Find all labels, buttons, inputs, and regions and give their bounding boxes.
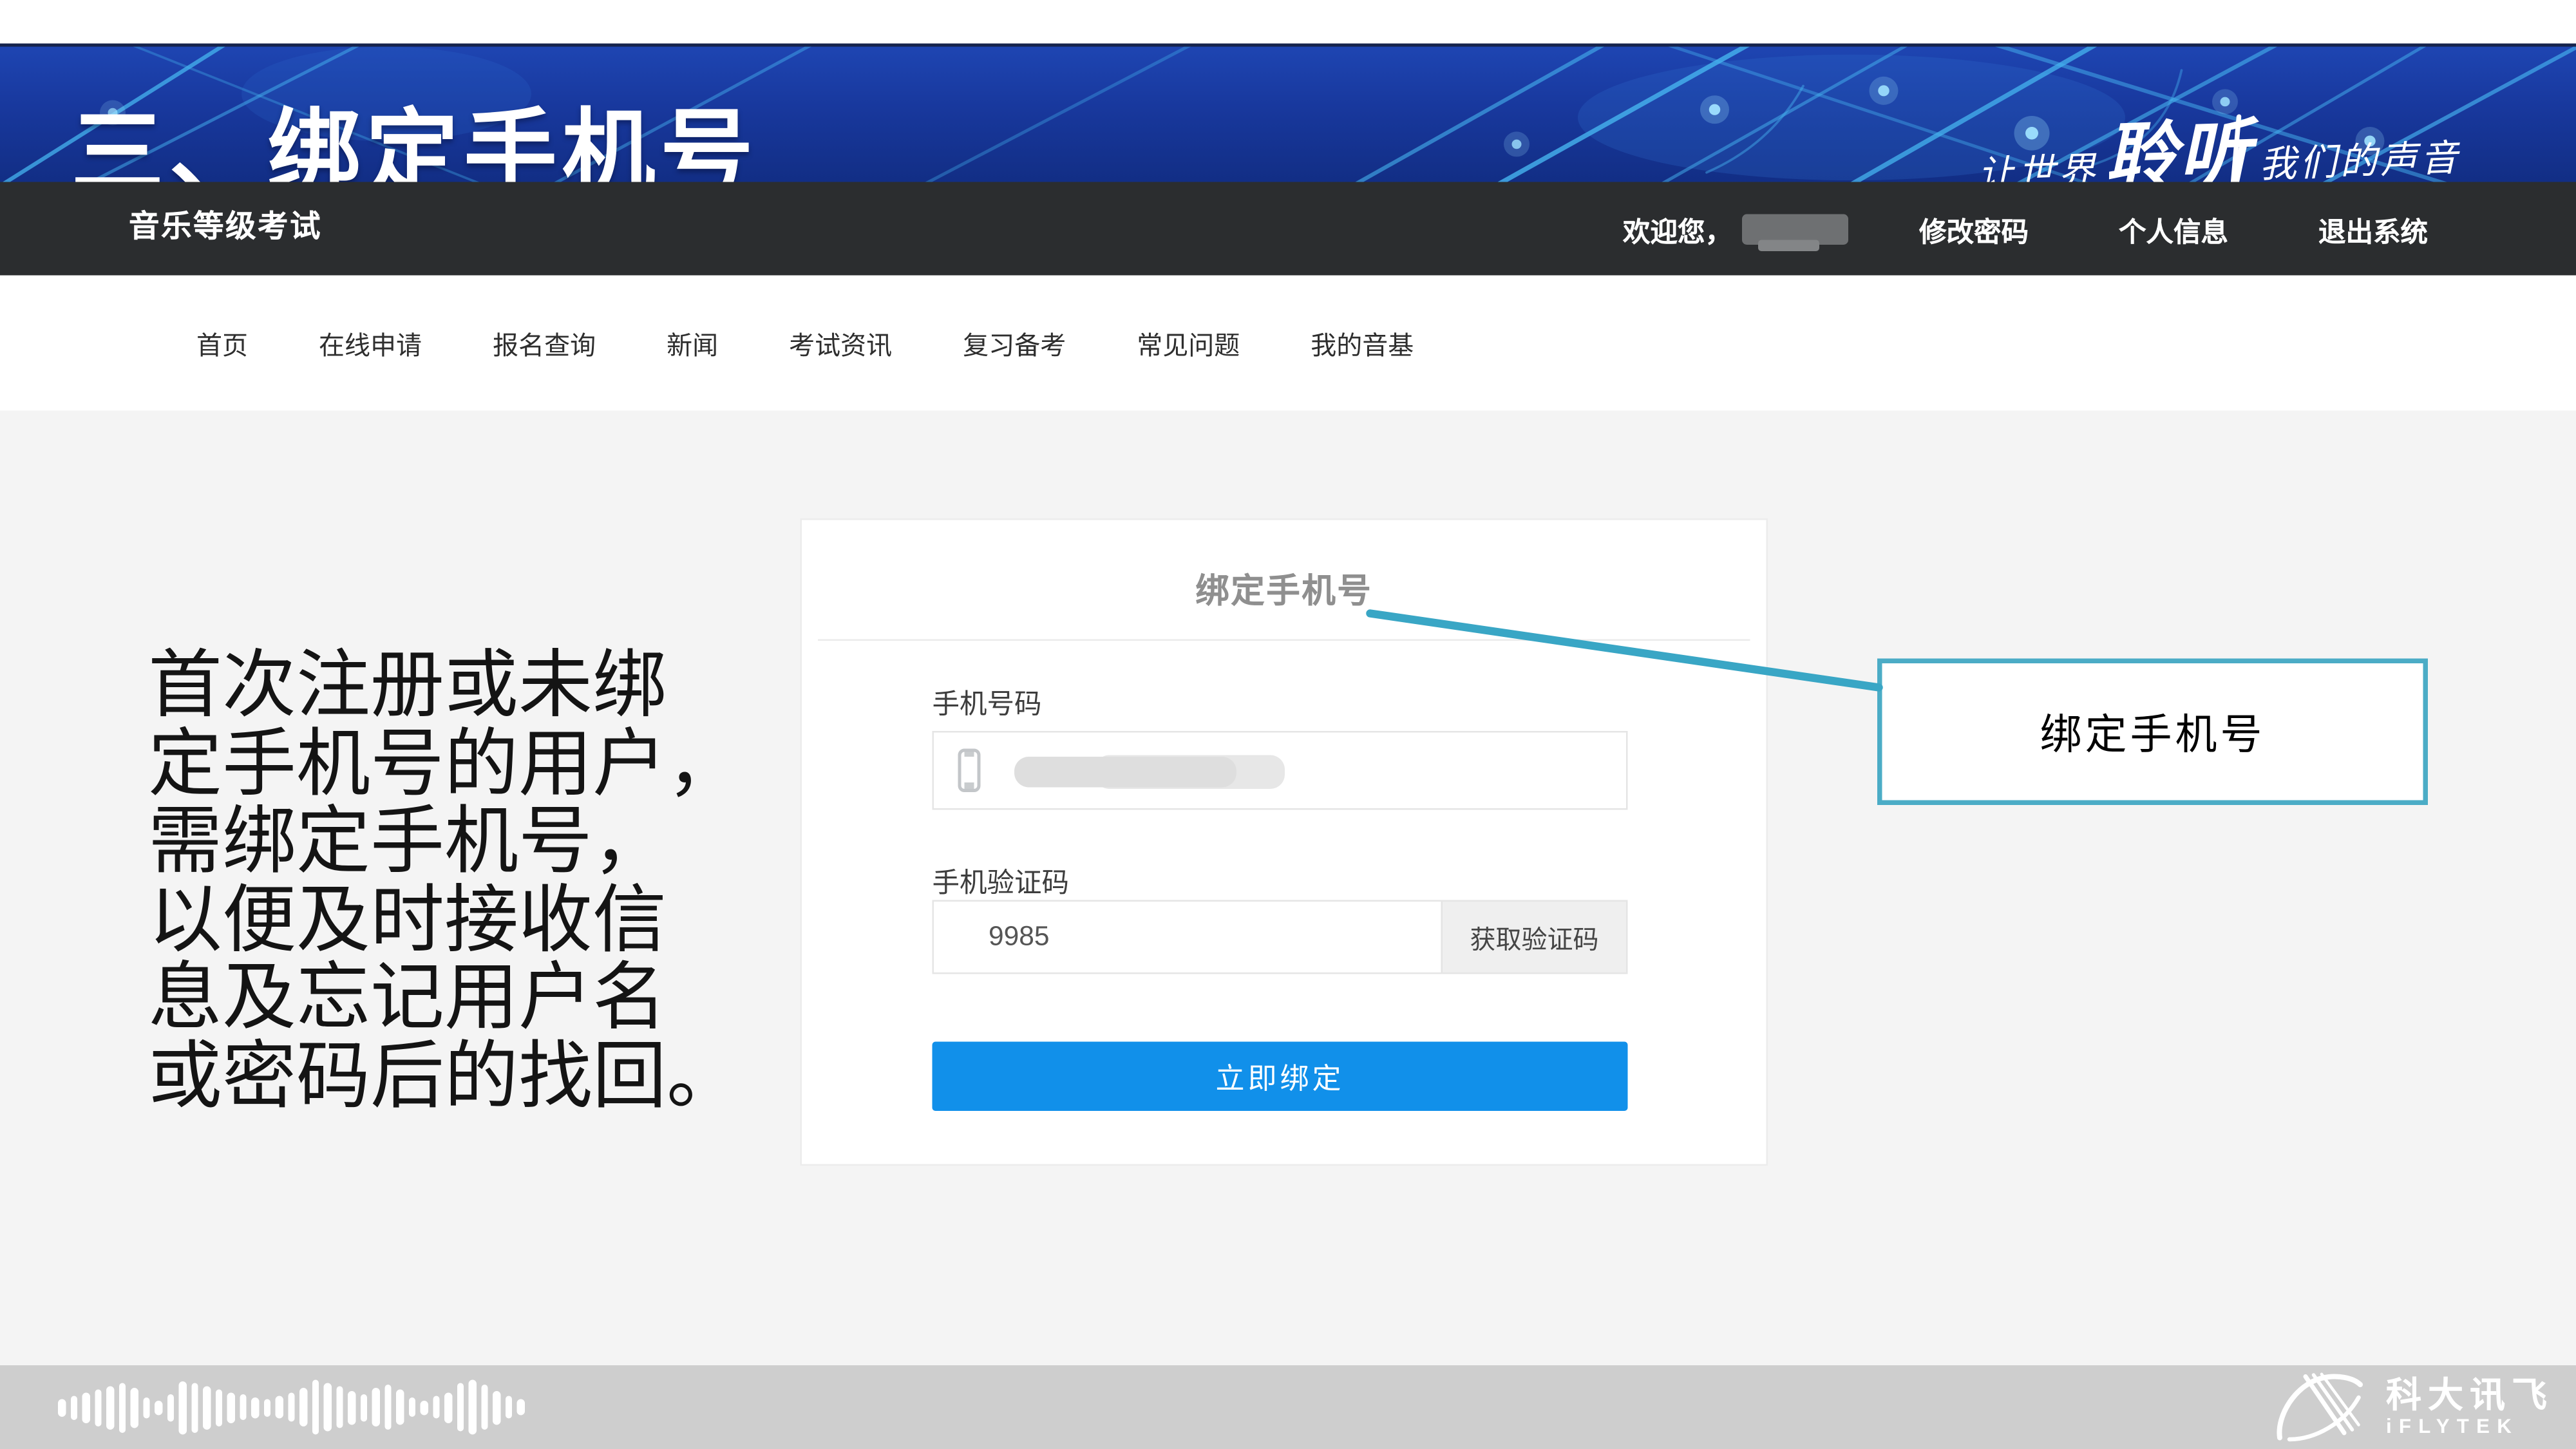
callout-label: 绑定手机号: [2040, 702, 2265, 762]
callout-box: 绑定手机号: [1877, 659, 2428, 806]
iflytek-chinese-name: 科大讯飞: [2386, 1378, 2553, 1413]
soundwave-logo: [58, 1365, 524, 1449]
wave-bar: [191, 1382, 198, 1432]
mobile-phone-icon: [958, 749, 981, 793]
page-title: 三、绑定手机号: [71, 108, 759, 182]
wave-bar: [131, 1387, 138, 1428]
wave-bar: [360, 1394, 367, 1421]
wave-bar: [287, 1393, 294, 1422]
wave-bar: [505, 1396, 512, 1419]
wave-bar: [70, 1395, 77, 1419]
sms-code-label: 手机验证码: [933, 860, 1070, 900]
wave-bar: [469, 1380, 476, 1435]
wave-bar: [263, 1398, 270, 1416]
main-nav: 首页 在线申请 报名查询 新闻 考试资讯 复习备考 常见问题 我的音基: [0, 276, 2576, 411]
card-title: 绑定手机号: [802, 565, 1766, 614]
iflytek-logo: 科大讯飞 iFLYTEK: [2273, 1365, 2553, 1449]
wave-bar: [457, 1383, 464, 1432]
bind-phone-card: 绑定手机号 手机号码 手机验证码 获取验证码 立即绑定: [800, 518, 1768, 1166]
nav-item-registration-query[interactable]: 报名查询: [493, 324, 596, 363]
nav-item-online-apply[interactable]: 在线申请: [319, 324, 422, 363]
iflytek-wordmark: 科大讯飞 iFLYTEK: [2386, 1378, 2553, 1436]
wave-bar: [348, 1390, 355, 1425]
wave-bar: [408, 1397, 415, 1417]
brand-slogan: 让世界 聆听 我们的声音: [1897, 95, 2541, 182]
iflytek-english-name: iFLYTEK: [2386, 1416, 2553, 1436]
wave-bar: [251, 1397, 258, 1418]
slogan-pre: 让世界: [1977, 151, 2099, 182]
wave-bar: [336, 1387, 343, 1428]
wave-bar: [312, 1380, 319, 1435]
slide-viewport: 三、绑定手机号 让世界 聆听 我们的声音: [0, 0, 2576, 1449]
card-divider: [818, 639, 1750, 641]
sms-code-row: 获取验证码: [933, 900, 1628, 974]
nav-item-faq[interactable]: 常见问题: [1137, 324, 1240, 363]
iflytek-swoosh-icon: [2273, 1372, 2373, 1443]
get-code-button[interactable]: 获取验证码: [1441, 902, 1627, 972]
welcome-label: 欢迎您，: [1623, 209, 1732, 249]
instruction-text: 首次注册或未绑 定手机号的用户， 需绑定手机号， 以便及时接收信 息及忘记用户名…: [148, 647, 811, 1116]
sms-code-input[interactable]: [934, 902, 1441, 972]
wave-bar: [118, 1382, 126, 1432]
wave-bar: [106, 1385, 113, 1429]
logout-link[interactable]: 退出系统: [2318, 209, 2428, 249]
wave-bar: [517, 1399, 524, 1416]
slogan-calligraphy: 让世界 聆听 我们的声音: [1895, 84, 2542, 182]
change-password-link[interactable]: 修改密码: [1919, 209, 2029, 249]
wave-bar: [324, 1383, 331, 1432]
slogan-post: 我们的声音: [2259, 138, 2461, 182]
personal-info-link[interactable]: 个人信息: [2119, 209, 2228, 249]
wave-bar: [372, 1388, 379, 1426]
footer: 科大讯飞 iFLYTEK: [0, 1365, 2576, 1449]
wave-bar: [203, 1385, 210, 1429]
wave-bar: [167, 1394, 174, 1421]
banner: 三、绑定手机号 让世界 聆听 我们的声音: [0, 44, 2576, 182]
wave-bar: [142, 1397, 149, 1418]
phone-number-input[interactable]: [933, 731, 1628, 810]
wave-bar: [421, 1400, 428, 1415]
wave-bar: [276, 1396, 283, 1419]
app-header-bar: 音乐等级考试 欢迎您， 修改密码 个人信息 退出系统: [0, 182, 2576, 276]
wave-bar: [94, 1388, 101, 1426]
wave-bar: [444, 1392, 451, 1423]
wave-bar: [299, 1388, 307, 1426]
nav-item-my-yinji[interactable]: 我的音基: [1311, 324, 1414, 363]
bind-now-button[interactable]: 立即绑定: [933, 1042, 1628, 1112]
wave-bar: [384, 1385, 391, 1430]
wave-bar: [58, 1398, 65, 1416]
user-menu: 欢迎您， 修改密码 个人信息 退出系统: [1623, 182, 2428, 276]
nav-item-exam-info[interactable]: 考试资讯: [789, 324, 892, 363]
nav-item-news[interactable]: 新闻: [667, 324, 718, 363]
phone-number-label: 手机号码: [933, 681, 1042, 722]
username-redacted: [1742, 213, 1848, 244]
wave-bar: [179, 1381, 186, 1434]
content-area: 首次注册或未绑 定手机号的用户， 需绑定手机号， 以便及时接收信 息及忘记用户名…: [0, 411, 2576, 1366]
wave-bar: [155, 1400, 162, 1415]
wave-bar: [493, 1390, 500, 1425]
wave-bar: [82, 1392, 90, 1423]
top-white-strip: [0, 0, 2576, 44]
site-brand: 音乐等级考试: [129, 182, 322, 276]
slide: 三、绑定手机号 让世界 聆听 我们的声音: [0, 0, 2576, 1449]
wave-bar: [396, 1390, 403, 1425]
phone-number-redacted: [1014, 757, 1236, 788]
nav-item-home[interactable]: 首页: [196, 324, 248, 363]
wave-bar: [239, 1394, 246, 1420]
wave-bar: [480, 1385, 488, 1430]
wave-bar: [215, 1388, 222, 1426]
wave-bar: [227, 1392, 234, 1423]
wave-bar: [432, 1396, 439, 1419]
nav-item-review-prep[interactable]: 复习备考: [963, 324, 1066, 363]
